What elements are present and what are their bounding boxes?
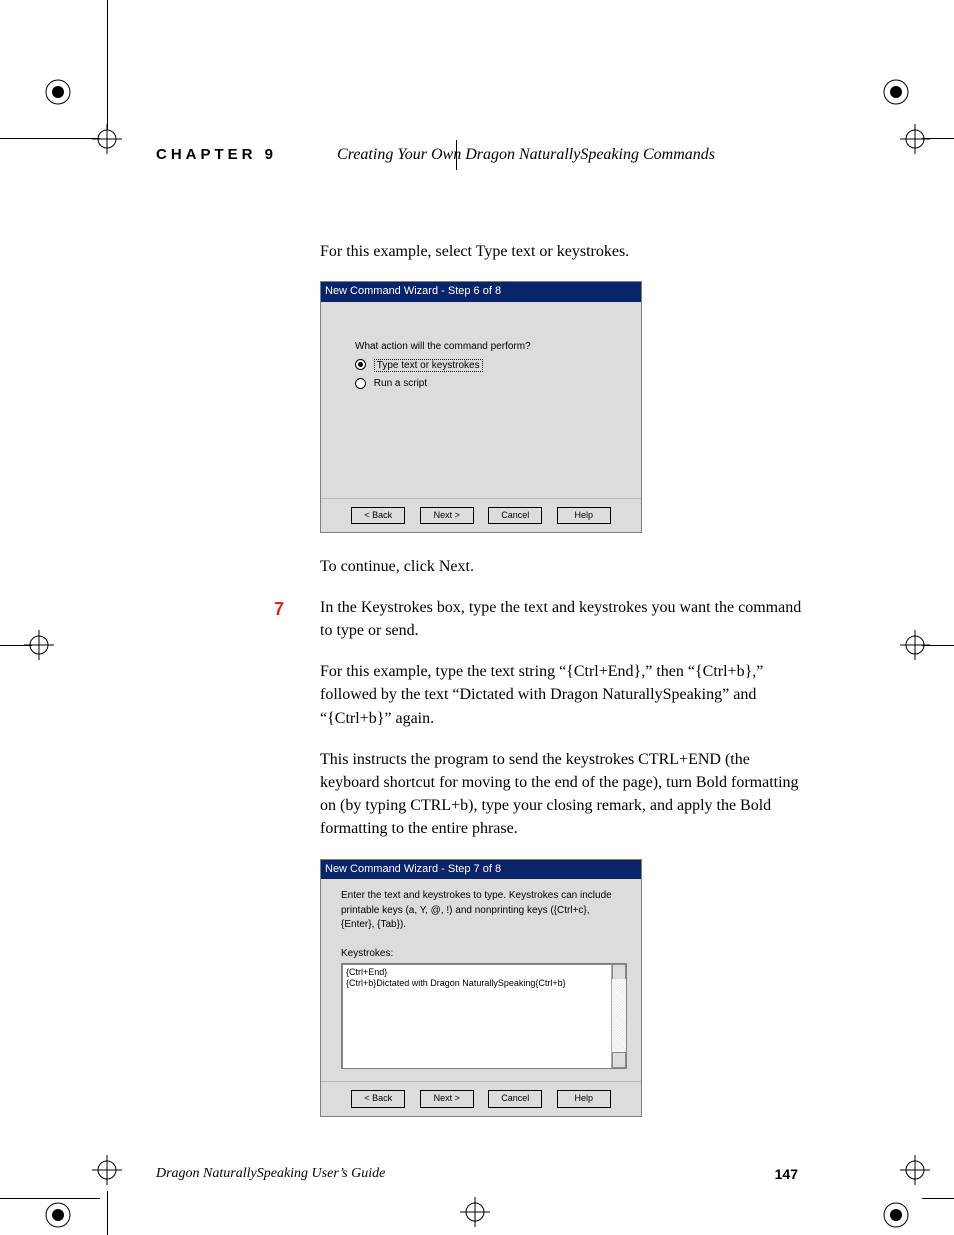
- registration-mark-icon: [44, 78, 72, 106]
- intro-text-1: For this example, select Type text or ke…: [320, 240, 805, 263]
- dialog-title: New Command Wizard - Step 6 of 8: [321, 282, 641, 302]
- help-button[interactable]: Help: [557, 1090, 611, 1107]
- intro-text-2: To continue, click Next.: [320, 555, 805, 578]
- dialog-step6: New Command Wizard - Step 6 of 8 What ac…: [320, 281, 642, 532]
- chapter-title: Creating Your Own Dragon NaturallySpeaki…: [337, 146, 715, 163]
- crop-mark-icon: [900, 1155, 930, 1185]
- registration-mark-icon: [882, 1201, 910, 1229]
- scroll-up-icon[interactable]: [612, 964, 626, 980]
- radio-label: Run a script: [374, 378, 427, 389]
- radio-icon: [355, 359, 366, 370]
- help-button[interactable]: Help: [557, 507, 611, 524]
- radio-run-script[interactable]: Run a script: [355, 377, 623, 392]
- crop-mark-icon: [460, 1197, 490, 1227]
- crop-line: [0, 645, 32, 646]
- textarea-line: {Ctrl+End}: [346, 967, 622, 977]
- crop-line: [922, 645, 954, 646]
- dialog-step7: New Command Wizard - Step 7 of 8 Enter t…: [320, 859, 642, 1117]
- dialog-title: New Command Wizard - Step 7 of 8: [321, 860, 641, 880]
- header-divider: [456, 140, 457, 170]
- dialog-instructions: Enter the text and keystrokes to type. K…: [341, 889, 621, 933]
- crop-line: [107, 1191, 108, 1235]
- keystrokes-textarea[interactable]: {Ctrl+End} {Ctrl+b}Dictated with Dragon …: [341, 963, 627, 1069]
- radio-type-text[interactable]: Type text or keystrokes: [355, 359, 623, 374]
- chapter-label: CHAPTER 9: [156, 146, 277, 163]
- footer-title: Dragon NaturallySpeaking User’s Guide: [156, 1166, 385, 1181]
- cancel-button[interactable]: Cancel: [488, 1090, 542, 1107]
- crop-mark-icon: [92, 1155, 122, 1185]
- registration-mark-icon: [44, 1201, 72, 1229]
- next-button[interactable]: Next >: [420, 507, 474, 524]
- crop-line: [922, 138, 954, 139]
- dialog-prompt: What action will the command perform?: [355, 340, 623, 355]
- crop-line: [0, 138, 100, 139]
- registration-mark-icon: [882, 78, 910, 106]
- radio-icon: [355, 378, 366, 389]
- crop-mark-icon: [900, 124, 930, 154]
- cancel-button[interactable]: Cancel: [488, 507, 542, 524]
- page-header: CHAPTER 9 Creating Your Own Dragon Natur…: [156, 146, 798, 164]
- back-button[interactable]: < Back: [351, 507, 405, 524]
- scroll-track[interactable]: [612, 979, 626, 1053]
- crop-line: [107, 0, 108, 130]
- step-number: 7: [274, 596, 284, 622]
- scrollbar[interactable]: [611, 964, 626, 1068]
- crop-line: [0, 1198, 100, 1199]
- scroll-down-icon[interactable]: [612, 1052, 626, 1068]
- paragraph-explanation: This instructs the program to send the k…: [320, 748, 805, 841]
- page-number: 147: [775, 1166, 798, 1182]
- back-button[interactable]: < Back: [351, 1090, 405, 1107]
- next-button[interactable]: Next >: [420, 1090, 474, 1107]
- paragraph-example: For this example, type the text string “…: [320, 660, 805, 730]
- textarea-line: {Ctrl+b}Dictated with Dragon NaturallySp…: [346, 978, 622, 988]
- radio-label: Type text or keystrokes: [374, 359, 483, 372]
- crop-line: [922, 1198, 954, 1199]
- keystrokes-label: Keystrokes:: [341, 947, 621, 962]
- page-footer: Dragon NaturallySpeaking User’s Guide 14…: [156, 1166, 798, 1182]
- step-text: In the Keystrokes box, type the text and…: [320, 596, 805, 642]
